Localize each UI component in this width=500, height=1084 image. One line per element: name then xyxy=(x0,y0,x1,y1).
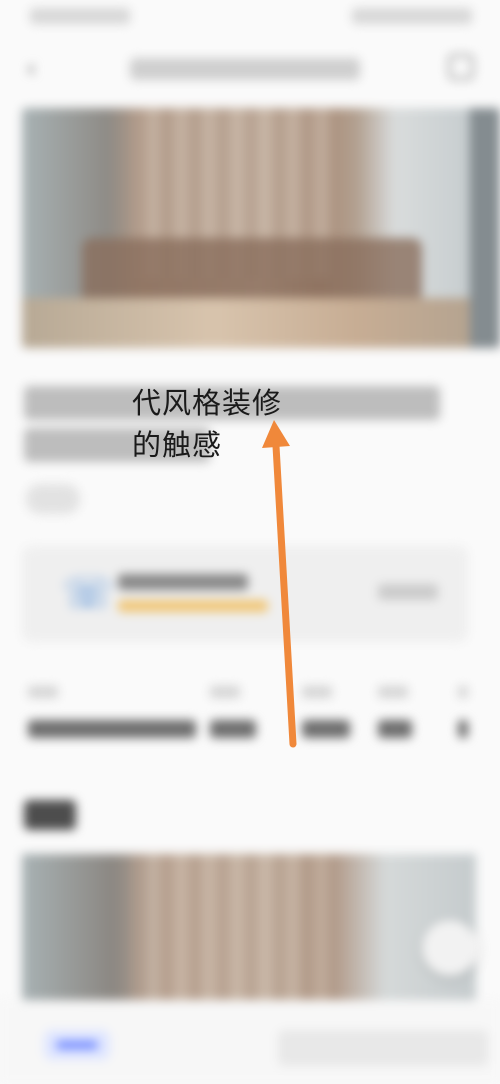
info-item xyxy=(458,686,468,756)
bottom-actions[interactable] xyxy=(278,1030,488,1066)
designer-card[interactable]: ☏ xyxy=(22,546,468,642)
info-item xyxy=(210,686,256,756)
info-label xyxy=(302,686,332,698)
info-label xyxy=(458,686,468,698)
info-label xyxy=(378,686,408,698)
info-value xyxy=(210,720,256,738)
info-value xyxy=(378,720,412,738)
info-value xyxy=(28,720,196,738)
info-item xyxy=(302,686,350,756)
designer-name xyxy=(118,574,248,590)
section-heading xyxy=(24,800,76,830)
info-label xyxy=(210,686,240,698)
info-item xyxy=(28,686,196,756)
headline-text-line1: 代风格装修 xyxy=(132,386,283,420)
headline-visible-region: 代风格装修 的触感 xyxy=(0,0,500,500)
floating-action-button[interactable] xyxy=(422,920,478,976)
info-label xyxy=(28,686,58,698)
project-info-row xyxy=(22,686,482,756)
wall-panel xyxy=(132,854,332,1000)
bottom-action-bar xyxy=(0,1000,500,1084)
bottom-tag-button[interactable] xyxy=(44,1030,110,1060)
info-value xyxy=(458,720,468,738)
designer-subtitle xyxy=(118,600,268,612)
headline-text-line2: 的触感 xyxy=(132,428,223,462)
info-value xyxy=(302,720,350,738)
phone-icon: ☏ xyxy=(62,568,115,617)
consult-button[interactable] xyxy=(378,584,438,600)
section-image[interactable] xyxy=(22,854,476,1000)
info-item xyxy=(378,686,412,756)
